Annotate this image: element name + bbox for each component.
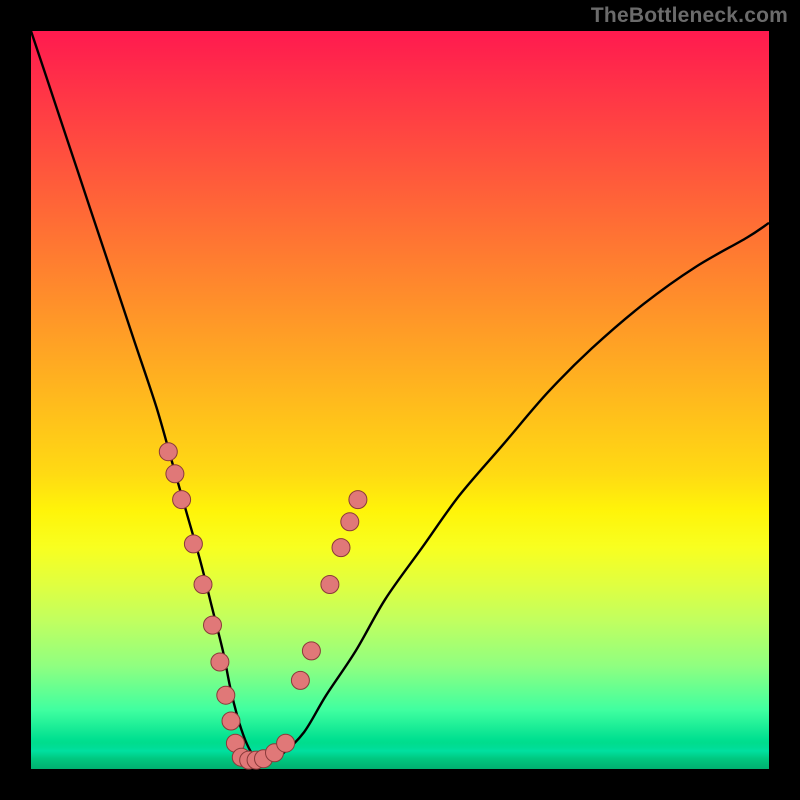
data-dot [222, 712, 240, 730]
data-dot [332, 539, 350, 557]
data-dot [184, 535, 202, 553]
data-dot [204, 616, 222, 634]
data-dot [211, 653, 229, 671]
data-dot [166, 465, 184, 483]
data-dot [302, 642, 320, 660]
data-dot [159, 443, 177, 461]
data-dot [341, 513, 359, 531]
bottleneck-curve-path [31, 31, 769, 763]
data-dot [173, 491, 191, 509]
data-dot [277, 734, 295, 752]
data-dot [194, 576, 212, 594]
watermark-text: TheBottleneck.com [591, 4, 788, 28]
data-dot [291, 671, 309, 689]
data-dot [349, 491, 367, 509]
plot-area [31, 31, 769, 769]
curve-layer [31, 31, 769, 769]
chart-container: TheBottleneck.com [0, 0, 800, 800]
data-dot [321, 576, 339, 594]
data-dot [217, 686, 235, 704]
data-dots-group [159, 443, 367, 769]
